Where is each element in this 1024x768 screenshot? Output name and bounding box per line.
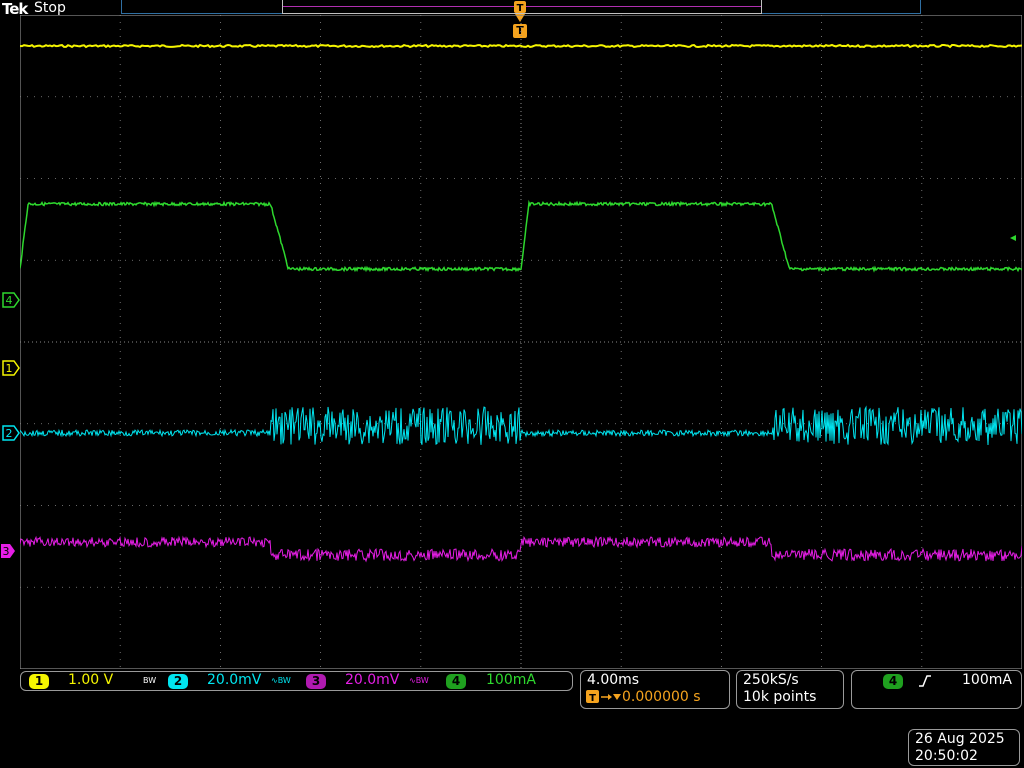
ch4-scale[interactable]: 100mA	[486, 672, 536, 688]
ch3-trace	[20, 535, 1022, 563]
trigger-source-badge: 4	[883, 674, 903, 689]
ch1-ground-marker[interactable]: 1	[2, 360, 20, 376]
graticule-grid	[20, 15, 1022, 669]
sample-rate: 250kS/s	[743, 672, 799, 688]
trigger-level: 100mA	[962, 672, 1012, 688]
ch1-marker-label: 1	[6, 362, 13, 375]
svg-text:T: T	[589, 693, 596, 704]
ch4-marker-label: 4	[6, 294, 13, 307]
ch3-scale[interactable]: 20.0mV	[345, 672, 399, 688]
ch1-trace	[20, 43, 1022, 49]
ch1-bandwidth-icon: BW	[143, 676, 157, 685]
ch2-ground-marker[interactable]: 2	[2, 425, 20, 441]
run-state-label[interactable]: Stop	[34, 0, 66, 16]
rising-edge-icon	[919, 675, 931, 687]
oscilloscope-screen: Tek Stop T T 4 1 2 3 1 1.00 V BW 2 20.0m…	[0, 0, 1024, 768]
ch3-ground-marker[interactable]: 3	[0, 543, 18, 559]
trigger-delay-icon: T	[586, 690, 621, 704]
ch3-badge[interactable]: 3	[306, 674, 326, 689]
ch3-marker-label: 3	[3, 545, 10, 558]
ch2-marker-label: 2	[6, 427, 13, 440]
ch2-bandwidth-icon: ∿BW	[271, 676, 291, 685]
horizontal-scale: 4.00ms	[587, 672, 640, 688]
svg-text:T: T	[517, 3, 524, 14]
waveform-display	[20, 15, 1022, 669]
ch4-trigger-level-arrow	[1010, 235, 1016, 241]
ch3-bandwidth-icon: ∿BW	[409, 676, 429, 685]
ch4-ground-marker[interactable]: 4	[2, 292, 20, 308]
ch2-scale[interactable]: 20.0mV	[207, 672, 261, 688]
ch1-scale[interactable]: 1.00 V	[68, 672, 113, 688]
timestamp-time: 20:50:02	[915, 748, 978, 764]
ch1-badge[interactable]: 1	[29, 674, 49, 689]
record-length: 10k points	[743, 689, 817, 705]
trigger-delay-value: 0.000000 s	[622, 689, 701, 705]
ch4-trace	[20, 199, 1022, 273]
timestamp-date: 26 Aug 2025	[915, 731, 1005, 747]
ch4-badge[interactable]: 4	[446, 674, 466, 689]
ch2-badge[interactable]: 2	[168, 674, 188, 689]
